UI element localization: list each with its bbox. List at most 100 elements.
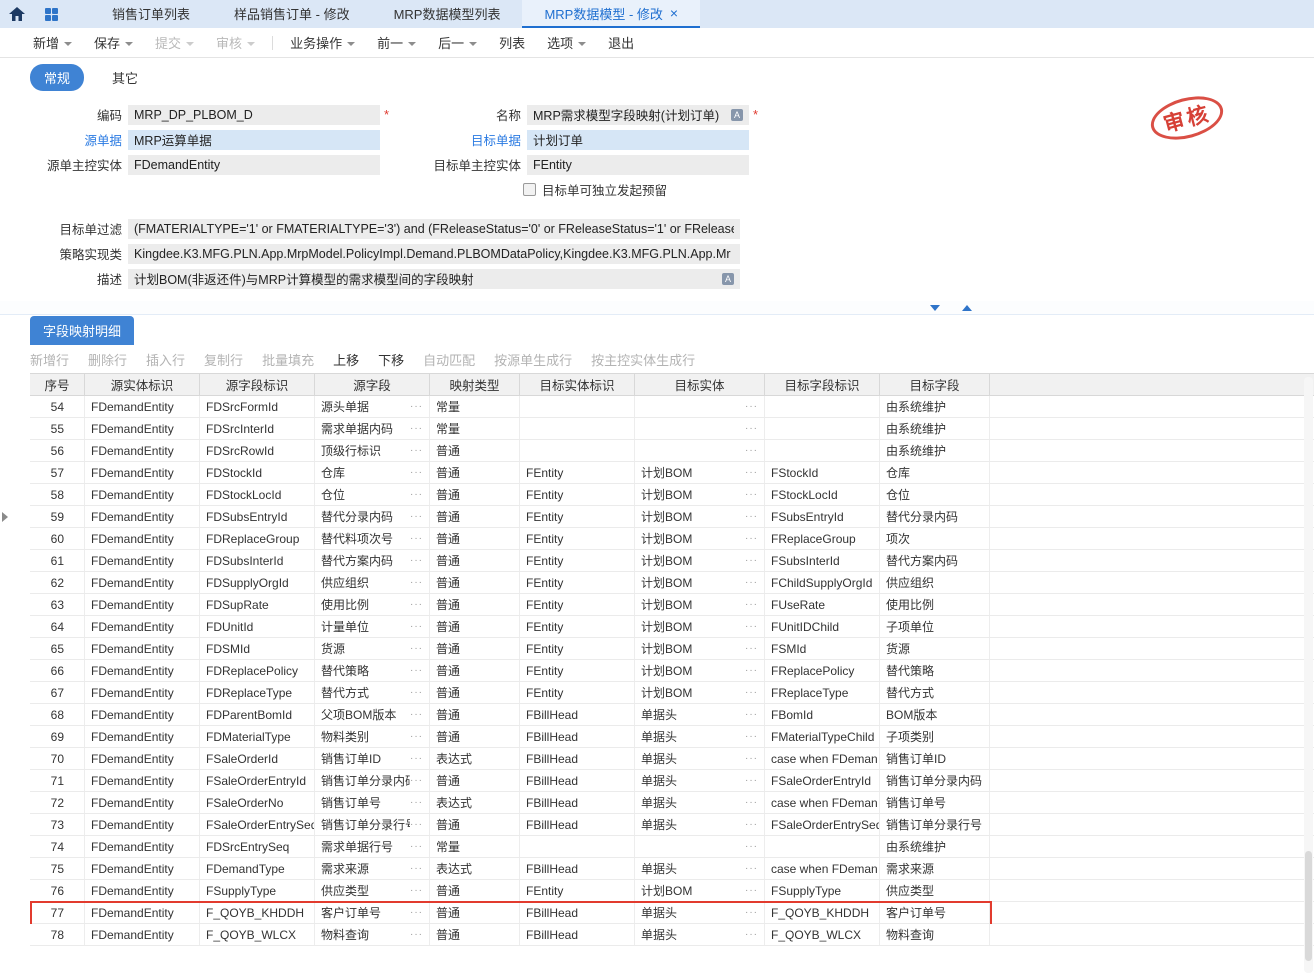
lookup-ellipsis-icon[interactable]: ··· — [410, 841, 423, 852]
lookup-ellipsis-icon[interactable]: ··· — [410, 863, 423, 874]
table-row[interactable]: 77 FDemandEntity F_QOYB_KHDDH 客户订单号 ··· … — [30, 902, 1314, 924]
code-input[interactable]: MRP_DP_PLBOM_D — [128, 105, 380, 125]
lookup-ellipsis-icon[interactable]: ··· — [745, 445, 758, 456]
lookup-ellipsis-icon[interactable]: ··· — [745, 687, 758, 698]
lookup-ellipsis-icon[interactable]: ··· — [745, 665, 758, 676]
table-row[interactable]: 76 FDemandEntity FSupplyType 供应类型 ··· 普通… — [30, 880, 1314, 902]
table-row[interactable]: 78 FDemandEntity F_QOYB_WLCX 物料查询 ··· 普通… — [30, 924, 1314, 946]
table-row[interactable]: 63 FDemandEntity FDSupRate 使用比例 ··· 普通 F… — [30, 594, 1314, 616]
vertical-scrollbar[interactable] — [1304, 377, 1313, 973]
source-master-entity-input[interactable]: FDemandEntity — [128, 155, 380, 175]
lookup-ellipsis-icon[interactable]: ··· — [410, 621, 423, 632]
window-tab[interactable]: 销售订单列表 × — [90, 0, 212, 28]
description-input[interactable]: 计划BOM(非返还件)与MRP计算模型的需求模型间的字段映射 A — [128, 269, 740, 289]
table-row[interactable]: 55 FDemandEntity FDSrcInterId 需求单据内码 ···… — [30, 418, 1314, 440]
lookup-ellipsis-icon[interactable]: ··· — [410, 489, 423, 500]
lookup-ellipsis-icon[interactable]: ··· — [410, 643, 423, 654]
collapse-panel-icon[interactable] — [930, 305, 940, 311]
source-bill-link[interactable]: 源单据 — [30, 130, 128, 149]
lookup-ellipsis-icon[interactable]: ··· — [410, 665, 423, 676]
table-row[interactable]: 61 FDemandEntity FDSubsInterId 替代方案内码 ··… — [30, 550, 1314, 572]
lookup-ellipsis-icon[interactable]: ··· — [410, 929, 423, 940]
lookup-ellipsis-icon[interactable]: ··· — [745, 423, 758, 434]
table-row[interactable]: 56 FDemandEntity FDSrcRowId 顶级行标识 ··· 普通… — [30, 440, 1314, 462]
lookup-ellipsis-icon[interactable]: ··· — [745, 841, 758, 852]
menu-item[interactable]: 列表 — [488, 28, 536, 57]
table-row[interactable]: 60 FDemandEntity FDReplaceGroup 替代料项次号 ·… — [30, 528, 1314, 550]
grid-toolbar-button[interactable]: 复制行 — [204, 350, 243, 369]
lookup-ellipsis-icon[interactable]: ··· — [745, 577, 758, 588]
lookup-ellipsis-icon[interactable]: ··· — [745, 401, 758, 412]
lookup-ellipsis-icon[interactable]: ··· — [745, 797, 758, 808]
table-row[interactable]: 54 FDemandEntity FDSrcFormId 源头单据 ··· 常量… — [30, 396, 1314, 418]
menu-item[interactable]: 提交 — [144, 28, 205, 57]
lookup-ellipsis-icon[interactable]: ··· — [745, 489, 758, 500]
panel-splitter[interactable] — [0, 301, 1314, 315]
scrollbar-thumb[interactable] — [1305, 851, 1312, 961]
table-row[interactable]: 71 FDemandEntity FSaleOrderEntryId 销售订单分… — [30, 770, 1314, 792]
target-filter-input[interactable]: (FMATERIALTYPE='1' or FMATERIALTYPE='3')… — [128, 219, 740, 239]
lookup-ellipsis-icon[interactable]: ··· — [745, 621, 758, 632]
table-row[interactable]: 72 FDemandEntity FSaleOrderNo 销售订单号 ··· … — [30, 792, 1314, 814]
table-row[interactable]: 58 FDemandEntity FDStockLocId 仓位 ··· 普通 … — [30, 484, 1314, 506]
lookup-ellipsis-icon[interactable]: ··· — [410, 687, 423, 698]
lookup-ellipsis-icon[interactable]: ··· — [745, 929, 758, 940]
lookup-ellipsis-icon[interactable]: ··· — [410, 775, 423, 786]
lookup-ellipsis-icon[interactable]: ··· — [745, 709, 758, 720]
grid-toolbar-button[interactable]: 下移 — [378, 350, 404, 369]
table-row[interactable]: 70 FDemandEntity FSaleOrderId 销售订单ID ···… — [30, 748, 1314, 770]
table-row[interactable]: 67 FDemandEntity FDReplaceType 替代方式 ··· … — [30, 682, 1314, 704]
tab-other[interactable]: 其它 — [98, 64, 152, 91]
menu-item[interactable]: 退出 — [597, 28, 645, 57]
menu-item[interactable]: 新增 — [22, 28, 83, 57]
column-header-source-entity-id[interactable]: 源实体标识 — [85, 374, 200, 395]
window-tab[interactable]: 样品销售订单 - 修改 × — [212, 0, 372, 28]
target-bill-link[interactable]: 目标单据 — [394, 130, 527, 149]
lookup-ellipsis-icon[interactable]: ··· — [745, 467, 758, 478]
apps-grid-icon[interactable] — [34, 0, 68, 28]
lookup-ellipsis-icon[interactable]: ··· — [410, 423, 423, 434]
lookup-ellipsis-icon[interactable]: ··· — [410, 885, 423, 896]
lookup-ellipsis-icon[interactable]: ··· — [745, 731, 758, 742]
column-header-target-entity-id[interactable]: 目标实体标识 — [520, 374, 635, 395]
table-row[interactable]: 68 FDemandEntity FDParentBomId 父项BOM版本 ·… — [30, 704, 1314, 726]
lookup-ellipsis-icon[interactable]: ··· — [410, 753, 423, 764]
grid-toolbar-button[interactable]: 按源单生成行 — [494, 350, 572, 369]
lookup-ellipsis-icon[interactable]: ··· — [410, 577, 423, 588]
table-row[interactable]: 73 FDemandEntity FSaleOrderEntrySeq 销售订单… — [30, 814, 1314, 836]
lookup-ellipsis-icon[interactable]: ··· — [410, 467, 423, 478]
lookup-ellipsis-icon[interactable]: ··· — [410, 555, 423, 566]
grid-toolbar-button[interactable]: 按主控实体生成行 — [591, 350, 695, 369]
lookup-ellipsis-icon[interactable]: ··· — [745, 511, 758, 522]
locale-icon[interactable]: A — [731, 109, 743, 121]
column-header-seq[interactable]: 序号 — [30, 374, 85, 395]
menu-item[interactable]: 审核 — [205, 28, 266, 57]
table-row[interactable]: 74 FDemandEntity FDSrcEntrySeq 需求单据行号 ··… — [30, 836, 1314, 858]
menu-item[interactable]: 业务操作 — [279, 28, 366, 57]
grid-toolbar-button[interactable]: 新增行 — [30, 350, 69, 369]
lookup-ellipsis-icon[interactable]: ··· — [410, 511, 423, 522]
menu-item[interactable]: 前一 — [366, 28, 427, 57]
name-input[interactable]: MRP需求模型字段映射(计划订单) A — [527, 105, 749, 125]
menu-item[interactable] — [272, 36, 273, 50]
lookup-ellipsis-icon[interactable]: ··· — [410, 445, 423, 456]
lookup-ellipsis-icon[interactable]: ··· — [410, 401, 423, 412]
table-row[interactable]: 66 FDemandEntity FDReplacePolicy 替代策略 ··… — [30, 660, 1314, 682]
grid-toolbar-button[interactable]: 上移 — [333, 350, 359, 369]
lookup-ellipsis-icon[interactable]: ··· — [410, 819, 423, 830]
table-row[interactable]: 75 FDemandEntity FDemandType 需求来源 ··· 表达… — [30, 858, 1314, 880]
menu-item[interactable]: 选项 — [536, 28, 597, 57]
lookup-ellipsis-icon[interactable]: ··· — [745, 599, 758, 610]
grid-toolbar-button[interactable]: 删除行 — [88, 350, 127, 369]
column-header-mapping-type[interactable]: 映射类型 — [430, 374, 520, 395]
tab-general[interactable]: 常规 — [30, 64, 84, 91]
lookup-ellipsis-icon[interactable]: ··· — [745, 775, 758, 786]
independent-reserve-checkbox[interactable] — [523, 183, 536, 196]
column-header-target-entity[interactable]: 目标实体 — [635, 374, 765, 395]
policy-class-input[interactable]: Kingdee.K3.MFG.PLN.App.MrpModel.PolicyIm… — [128, 244, 740, 264]
lookup-ellipsis-icon[interactable]: ··· — [745, 863, 758, 874]
left-panel-expander-icon[interactable] — [2, 512, 8, 522]
lookup-ellipsis-icon[interactable]: ··· — [745, 643, 758, 654]
lookup-ellipsis-icon[interactable]: ··· — [410, 907, 423, 918]
grid-toolbar-button[interactable]: 批量填充 — [262, 350, 314, 369]
